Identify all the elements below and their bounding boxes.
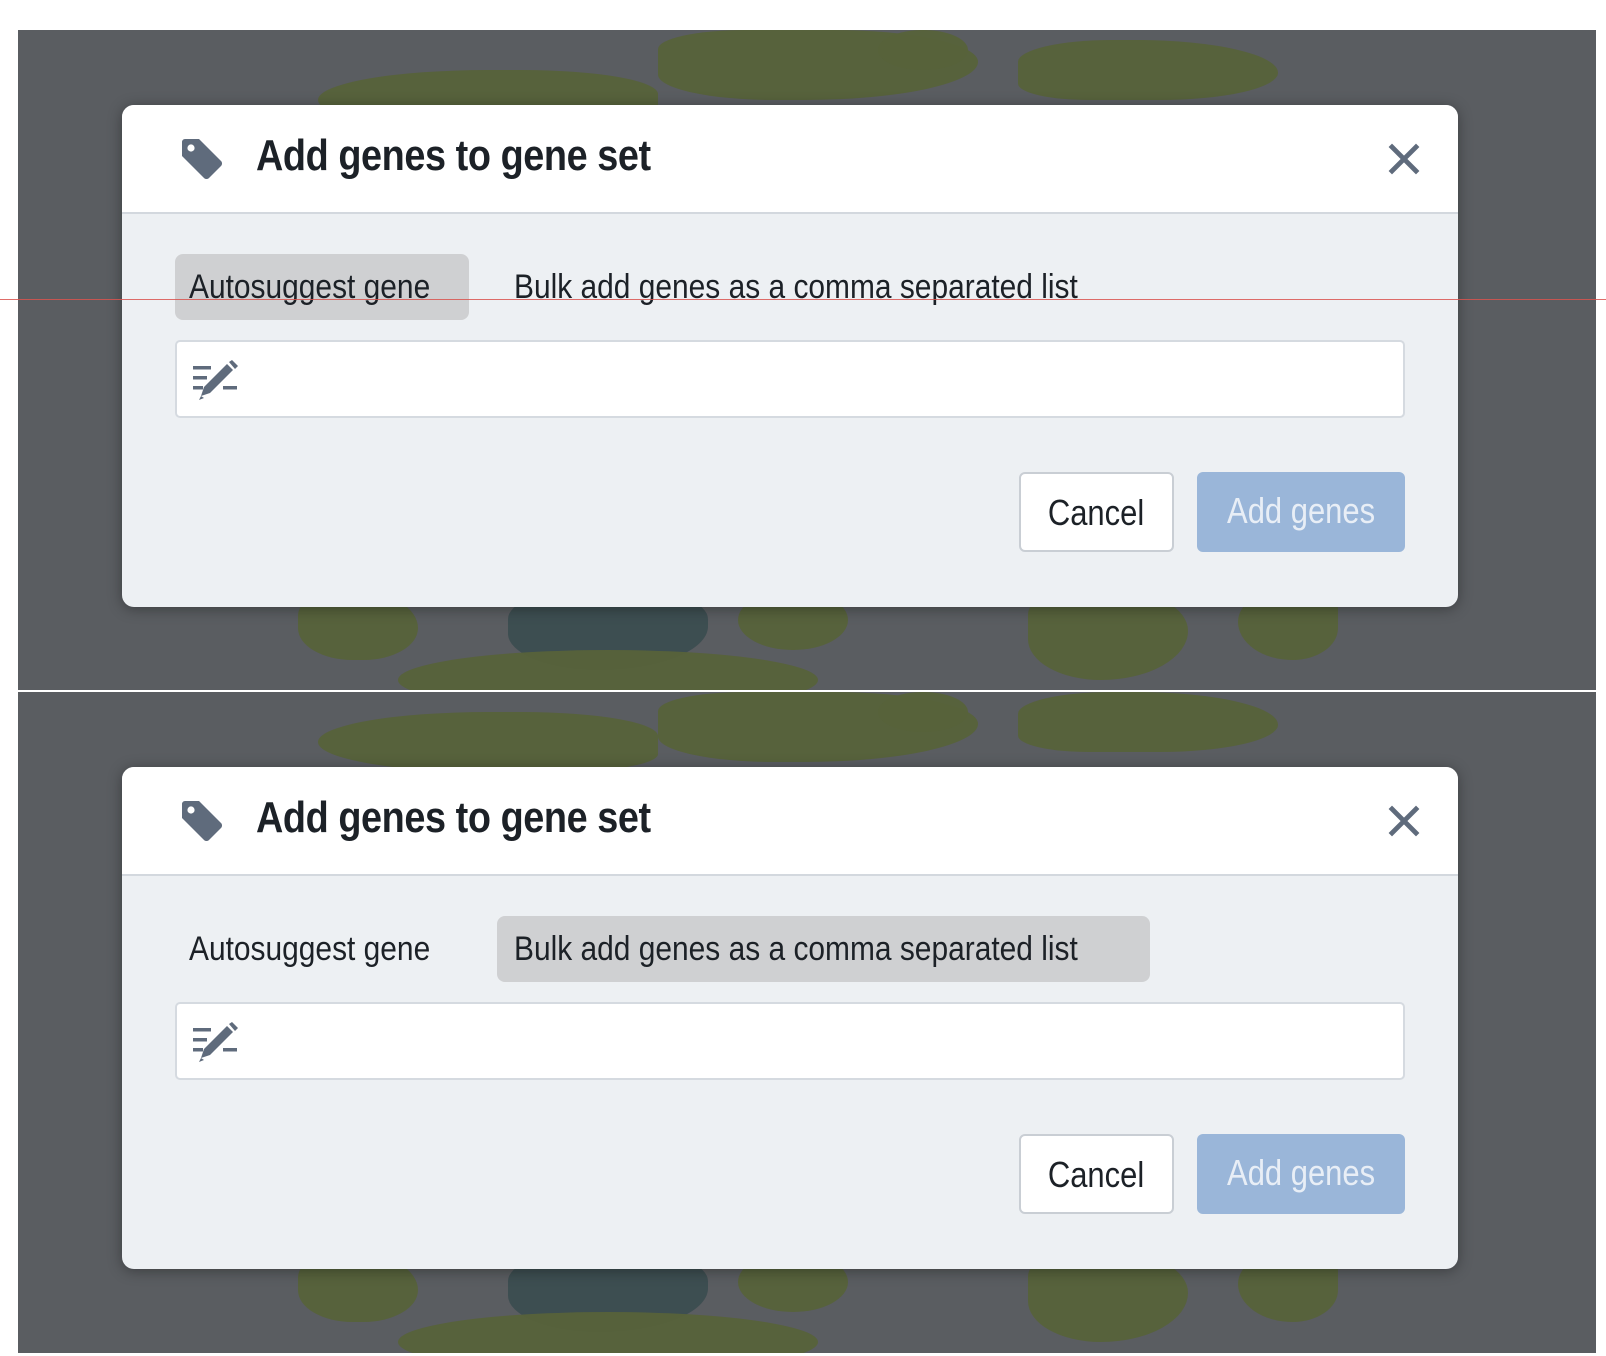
cancel-button[interactable]: Cancel [1019,472,1174,552]
background-shape [398,650,818,690]
background-shape [878,30,968,70]
add-genes-label: Add genes [1226,490,1376,531]
dialog-header: Add genes to gene set [122,767,1458,876]
gene-input-group [175,340,1405,418]
tag-icon [182,801,223,842]
background-shape [1018,40,1278,100]
add-genes-dialog: Add genes to gene set Autosuggest gene B… [122,767,1458,1269]
tab-label: Bulk add genes as a comma separated list [514,268,1078,306]
guide-line [0,299,1606,300]
background-shape [398,1312,818,1353]
dialog-header: Add genes to gene set [122,105,1458,214]
cancel-label: Cancel [1048,1154,1145,1195]
background-shape [318,712,658,772]
cancel-button[interactable]: Cancel [1019,1134,1174,1214]
cancel-label: Cancel [1048,492,1145,533]
close-icon[interactable] [1386,803,1422,839]
tab-bulk-add-genes[interactable]: Bulk add genes as a comma separated list [497,254,1150,320]
gene-input[interactable] [251,1004,1395,1080]
tab-autosuggest-gene[interactable]: Autosuggest gene [175,916,469,982]
gene-input-group [175,1002,1405,1080]
add-genes-button[interactable]: Add genes [1197,1134,1405,1214]
add-genes-button[interactable]: Add genes [1197,472,1405,552]
backdrop-top: Add genes to gene set Autosuggest gene B… [18,30,1596,690]
dialog-title: Add genes to gene set [256,793,651,842]
close-icon[interactable] [1386,141,1422,177]
edit-icon [193,360,238,400]
edit-icon [193,1022,238,1062]
dialog-title: Add genes to gene set [256,131,651,180]
add-genes-label: Add genes [1226,1152,1376,1193]
tab-label: Autosuggest gene [189,268,431,306]
add-genes-dialog: Add genes to gene set Autosuggest gene B… [122,105,1458,607]
background-shape [878,692,968,732]
tag-icon [182,139,223,180]
tab-label: Bulk add genes as a comma separated list [514,930,1078,968]
tab-autosuggest-gene[interactable]: Autosuggest gene [175,254,469,320]
tab-label: Autosuggest gene [189,930,431,968]
background-shape [1018,692,1278,752]
gene-input[interactable] [251,342,1395,418]
backdrop-bottom: Add genes to gene set Autosuggest gene B… [18,692,1596,1353]
tab-bulk-add-genes[interactable]: Bulk add genes as a comma separated list [497,916,1150,982]
